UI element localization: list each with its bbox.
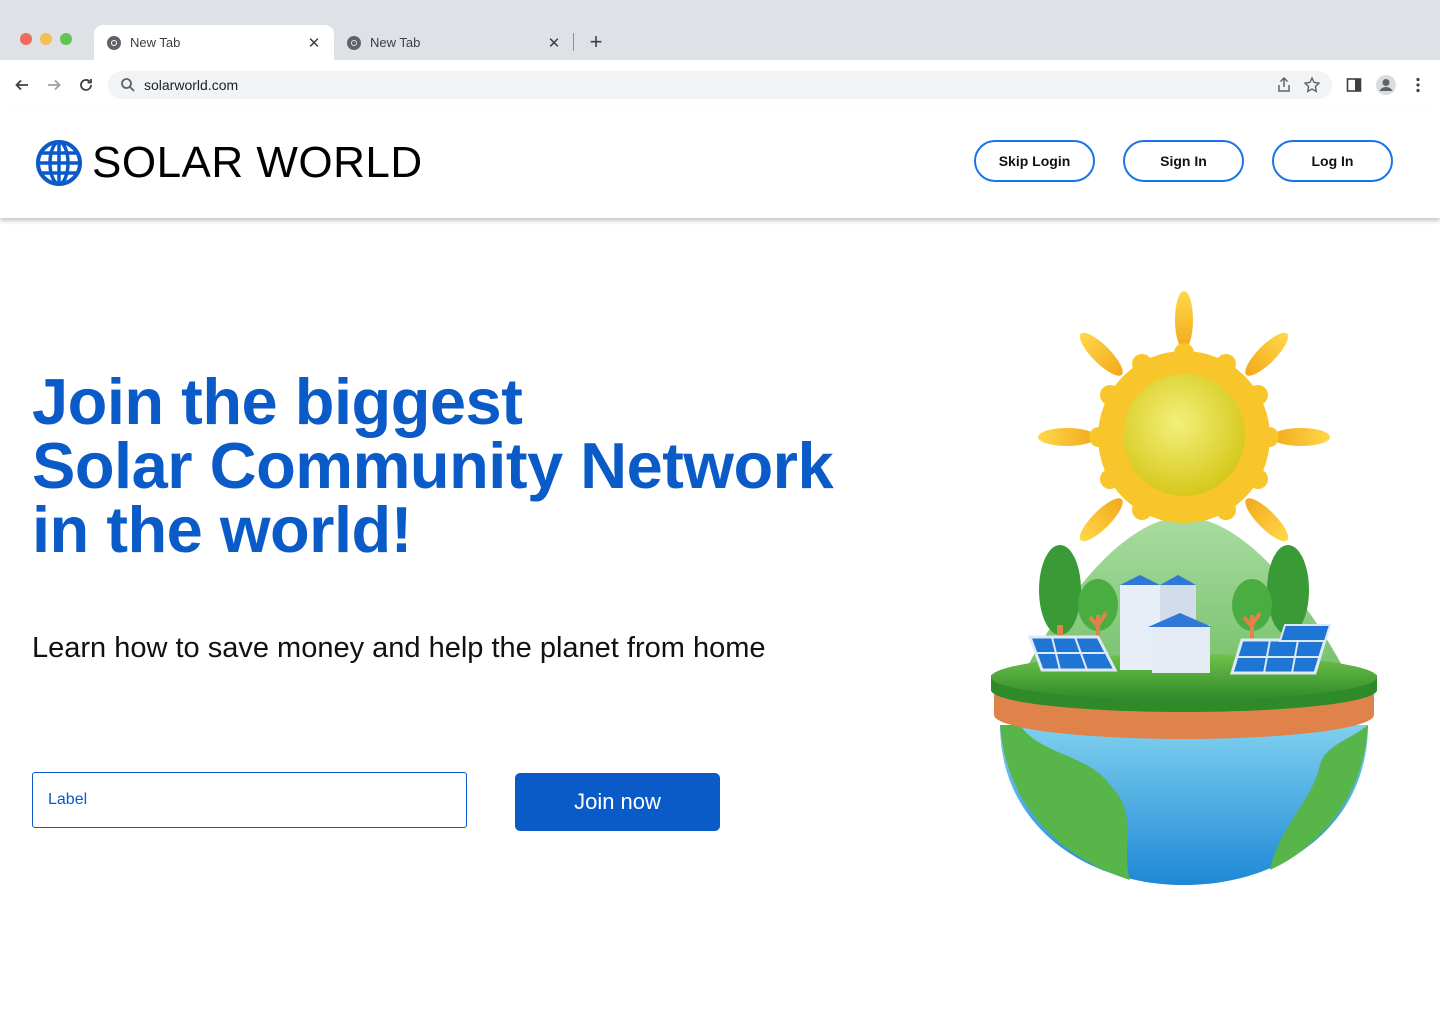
browser-tab-1[interactable]: New Tab ✕: [94, 25, 334, 60]
sidepanel-icon[interactable]: [1345, 76, 1363, 94]
share-icon[interactable]: [1275, 76, 1293, 94]
logo[interactable]: SOLAR WORLD: [36, 138, 423, 188]
forward-icon[interactable]: [44, 75, 64, 95]
chrome-icon: [347, 35, 361, 50]
back-icon[interactable]: [12, 75, 32, 95]
hero-title: Join the biggest Solar Community Network…: [32, 365, 834, 566]
signup-input[interactable]: [32, 772, 467, 828]
profile-icon[interactable]: [1375, 74, 1397, 96]
address-bar[interactable]: solarworld.com: [108, 71, 1332, 99]
minimize-window-button[interactable]: [40, 33, 52, 45]
browser-tab-2[interactable]: New Tab ✕: [334, 25, 574, 60]
site-header: SOLAR WORLD Skip Login Sign In Log In: [0, 110, 1440, 218]
chrome-icon: [107, 35, 121, 50]
globe-icon: [36, 140, 82, 186]
star-icon[interactable]: [1303, 76, 1321, 94]
hero-subtitle: Learn how to save money and help the pla…: [32, 632, 766, 664]
skip-login-button[interactable]: Skip Login: [974, 140, 1095, 182]
join-now-button[interactable]: Join now: [515, 773, 720, 831]
reload-icon[interactable]: [76, 75, 96, 95]
sign-in-button[interactable]: Sign In: [1123, 140, 1244, 182]
hero-title-line: Solar Community Network: [32, 429, 834, 502]
log-in-button[interactable]: Log In: [1272, 140, 1393, 182]
tab-title: New Tab: [370, 35, 421, 50]
solar-earth-illustration: [991, 291, 1377, 885]
close-tab-icon[interactable]: ✕: [546, 35, 562, 52]
maximize-window-button[interactable]: [60, 33, 72, 45]
browser-tabstrip: New Tab ✕ New Tab ✕ +: [0, 0, 1440, 60]
tab-title: New Tab: [130, 35, 181, 50]
close-tab-icon[interactable]: ✕: [306, 35, 322, 52]
hero-title-line: Join the biggest: [32, 365, 523, 438]
menu-icon[interactable]: [1409, 76, 1427, 94]
brand-name: SOLAR WORLD: [92, 138, 423, 187]
hero-title-line: in the world!: [32, 493, 412, 566]
new-tab-button[interactable]: +: [586, 31, 606, 53]
url-text: solarworld.com: [144, 77, 239, 93]
close-window-button[interactable]: [20, 33, 32, 45]
tab-separator: [573, 33, 574, 51]
search-icon: [121, 78, 135, 92]
